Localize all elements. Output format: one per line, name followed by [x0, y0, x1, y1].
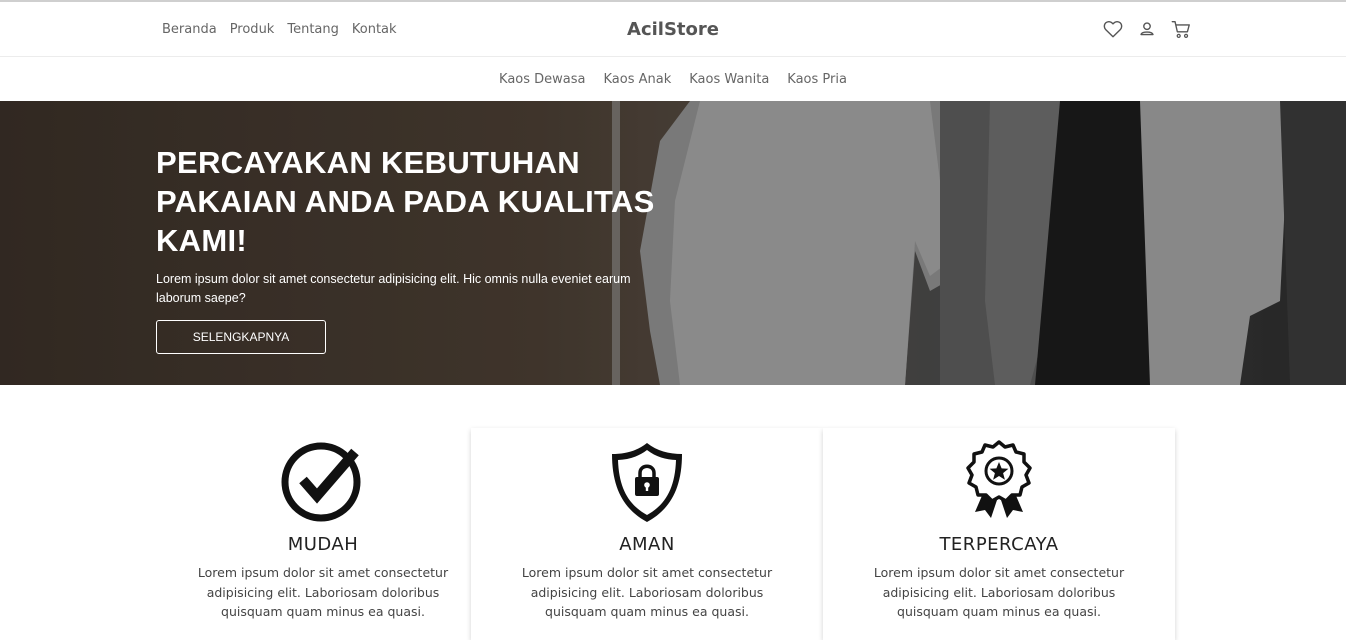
feature-card-aman: AMAN Lorem ipsum dolor sit amet consecte…: [471, 428, 823, 640]
shield-lock-icon: [605, 440, 689, 524]
feature-card-terpercaya: TERPERCAYA Lorem ipsum dolor sit amet co…: [823, 428, 1175, 640]
hero-banner: PERCAYAKAN KEBUTUHAN PAKAIAN ANDA PADA K…: [0, 101, 1346, 385]
category-kaos-pria[interactable]: Kaos Pria: [787, 72, 847, 87]
check-circle-icon: [281, 440, 365, 524]
hero-subtitle: Lorem ipsum dolor sit amet consectetur a…: [156, 272, 631, 305]
user-icon[interactable]: [1136, 18, 1158, 40]
feature-title: AMAN: [619, 534, 675, 555]
category-kaos-dewasa[interactable]: Kaos Dewasa: [499, 72, 585, 87]
award-badge-icon: [957, 440, 1041, 524]
nav-icons: [1102, 18, 1192, 40]
feature-text: Lorem ipsum dolor sit amet consectetur a…: [197, 565, 449, 619]
features-section: MUDAH Lorem ipsum dolor sit amet consect…: [0, 385, 1346, 640]
category-nav: Kaos Dewasa Kaos Anak Kaos Wanita Kaos P…: [0, 58, 1346, 101]
feature-text: Lorem ipsum dolor sit amet consectetur a…: [873, 565, 1125, 619]
feature-text: Lorem ipsum dolor sit amet consectetur a…: [521, 565, 773, 619]
navbar: Beranda Produk Tentang Kontak AcilStore: [0, 2, 1346, 57]
category-kaos-anak[interactable]: Kaos Anak: [604, 72, 672, 87]
hero-title: PERCAYAKAN KEBUTUHAN PAKAIAN ANDA PADA K…: [156, 145, 655, 258]
cart-icon[interactable]: [1170, 18, 1192, 40]
category-kaos-wanita[interactable]: Kaos Wanita: [689, 72, 769, 87]
selengkapnya-button[interactable]: SELENGKAPNYA: [156, 320, 326, 354]
heart-icon[interactable]: [1102, 18, 1124, 40]
feature-card-mudah: MUDAH Lorem ipsum dolor sit amet consect…: [147, 428, 499, 640]
feature-title: MUDAH: [287, 534, 359, 555]
feature-title: TERPERCAYA: [939, 534, 1059, 555]
hero-content: PERCAYAKAN KEBUTUHAN PAKAIAN ANDA PADA K…: [156, 143, 656, 354]
